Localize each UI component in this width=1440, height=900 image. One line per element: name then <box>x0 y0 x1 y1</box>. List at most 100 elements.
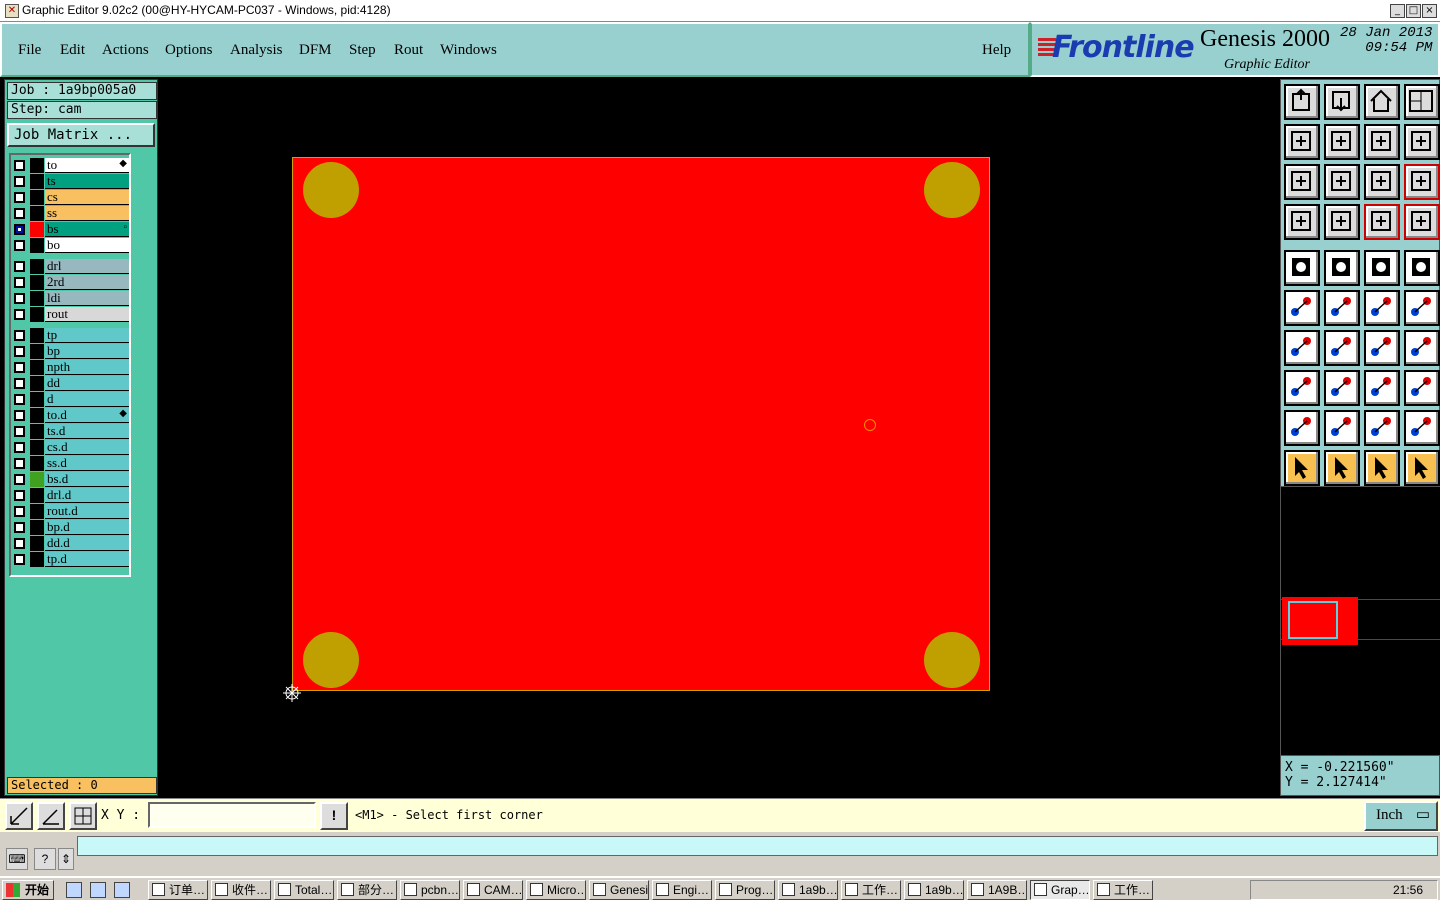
close-button[interactable]: × <box>1422 4 1437 18</box>
layer-name[interactable]: ss <box>45 206 129 221</box>
select-icon[interactable] <box>1284 450 1320 486</box>
layer-row[interactable]: 2rd <box>13 275 129 290</box>
cross-icon[interactable] <box>1324 290 1360 326</box>
layer-name[interactable]: 2rd <box>45 275 129 290</box>
layer-row[interactable]: bp <box>13 344 129 359</box>
snap-icon[interactable] <box>1284 204 1320 240</box>
layer-name[interactable]: drl.d <box>45 488 129 503</box>
layer-color-swatch[interactable] <box>30 424 44 439</box>
angle-mode-icon[interactable] <box>37 802 65 830</box>
mirror-icon[interactable] <box>1404 330 1440 366</box>
window-icon[interactable] <box>1404 84 1440 120</box>
layer-checkbox[interactable] <box>14 474 25 485</box>
quick-launch-icon[interactable] <box>90 882 106 898</box>
layer-name[interactable]: bp <box>45 344 129 359</box>
layer-row[interactable]: npth <box>13 360 129 375</box>
taskbar-item[interactable]: 订单… <box>148 880 208 900</box>
taskbar-item[interactable]: 部分… <box>337 880 397 900</box>
layer-name[interactable]: dd <box>45 376 129 391</box>
layer-name[interactable]: ts.d <box>45 424 129 439</box>
prev-icon[interactable] <box>1284 124 1320 160</box>
layer-color-swatch[interactable] <box>30 344 44 359</box>
layer-name[interactable]: dd.d <box>45 536 129 551</box>
layer-checkbox[interactable] <box>14 240 25 251</box>
zoom-center-icon[interactable] <box>1324 164 1360 200</box>
layer-checkbox[interactable] <box>14 309 25 320</box>
layer-color-swatch[interactable] <box>30 408 44 423</box>
layer-name[interactable]: cs.d <box>45 440 129 455</box>
layer-row[interactable]: bp.d <box>13 520 129 535</box>
taskbar-item[interactable]: Total… <box>274 880 334 900</box>
layer-row[interactable]: cs <box>13 190 129 205</box>
layer-color-swatch[interactable] <box>30 190 44 205</box>
select-box-icon[interactable] <box>1324 450 1360 486</box>
layer-row[interactable]: bs ▫ <box>13 222 129 237</box>
triangle-icon[interactable] <box>1284 410 1320 446</box>
layer-name[interactable]: to <box>45 158 129 173</box>
menu-analysis[interactable]: Analysis <box>230 42 283 59</box>
layer-checkbox[interactable] <box>14 554 25 565</box>
home-icon[interactable] <box>1364 84 1400 120</box>
menu-options[interactable]: Options <box>165 42 213 59</box>
taskbar-item[interactable]: Grap… <box>1030 880 1090 900</box>
layer-name[interactable]: to.d <box>45 408 129 423</box>
layer-checkbox[interactable] <box>14 410 25 421</box>
redraw-icon[interactable] <box>1404 124 1440 160</box>
net-icon[interactable] <box>1404 410 1440 446</box>
layer-name[interactable]: rout <box>45 307 129 322</box>
keyboard-icon[interactable]: ⌨ <box>6 848 28 870</box>
layer-color-swatch[interactable] <box>30 291 44 306</box>
layer-color-swatch[interactable] <box>30 360 44 375</box>
layer-name[interactable]: drl <box>45 259 129 274</box>
layer-color-swatch[interactable] <box>30 392 44 407</box>
job-matrix-button[interactable]: Job Matrix ... <box>7 123 155 147</box>
scale-icon[interactable] <box>1364 370 1400 406</box>
unit-selector[interactable]: Inch ▭ <box>1364 801 1438 831</box>
arc-poly-icon[interactable] <box>1364 410 1400 446</box>
layer-row[interactable]: dd <box>13 376 129 391</box>
layer-row[interactable]: ss <box>13 206 129 221</box>
menu-file[interactable]: File <box>18 42 41 59</box>
layer-name[interactable]: tp.d <box>45 552 129 567</box>
ruler-icon[interactable] <box>1364 250 1400 286</box>
layer-row[interactable]: ts <box>13 174 129 189</box>
spin-icon[interactable]: ⇕ <box>58 848 74 870</box>
layer-color-swatch[interactable] <box>30 552 44 567</box>
taskbar-item[interactable]: 1a9b… <box>778 880 838 900</box>
layer-row[interactable]: to.d ◆ <box>13 408 129 423</box>
taskbar-item[interactable]: Engi… <box>652 880 712 900</box>
taskbar-item[interactable]: Micro… <box>526 880 586 900</box>
layer-row[interactable]: ldi <box>13 291 129 306</box>
layer-checkbox[interactable] <box>14 506 25 517</box>
layer-row[interactable]: bs.d <box>13 472 129 487</box>
layer-color-swatch[interactable] <box>30 275 44 290</box>
move-icon[interactable] <box>1364 290 1400 326</box>
layer-name[interactable]: ldi <box>45 291 129 306</box>
layer-row[interactable]: bo <box>13 238 129 253</box>
layer-name[interactable]: bo <box>45 238 129 253</box>
layer-color-swatch[interactable] <box>30 158 44 173</box>
next-icon[interactable] <box>1324 124 1360 160</box>
menu-edit[interactable]: Edit <box>60 42 85 59</box>
layer-row[interactable]: ss.d <box>13 456 129 471</box>
layer-checkbox[interactable] <box>14 538 25 549</box>
quick-launch-icon[interactable] <box>114 882 130 898</box>
layer-row[interactable]: drl <box>13 259 129 274</box>
pad-icon[interactable] <box>1284 250 1320 286</box>
layer-row[interactable]: tp <box>13 328 129 343</box>
layer-name[interactable]: bs.d <box>45 472 129 487</box>
layer-row[interactable]: d <box>13 392 129 407</box>
split-icon[interactable] <box>1324 370 1360 406</box>
layer-name[interactable]: cs <box>45 190 129 205</box>
layer-checkbox[interactable] <box>14 490 25 501</box>
maximize-button[interactable]: □ <box>1406 4 1421 18</box>
layer-color-swatch[interactable] <box>30 504 44 519</box>
quick-launch-icon[interactable] <box>66 882 82 898</box>
menu-help[interactable]: Help <box>982 42 1011 59</box>
layer-name[interactable]: rout.d <box>45 504 129 519</box>
measure-icon[interactable] <box>1324 204 1360 240</box>
layer-checkbox[interactable] <box>14 160 25 171</box>
start-button[interactable]: 开始 <box>2 880 54 900</box>
layer-color-swatch[interactable] <box>30 536 44 551</box>
taskbar-item[interactable]: 收件… <box>211 880 271 900</box>
